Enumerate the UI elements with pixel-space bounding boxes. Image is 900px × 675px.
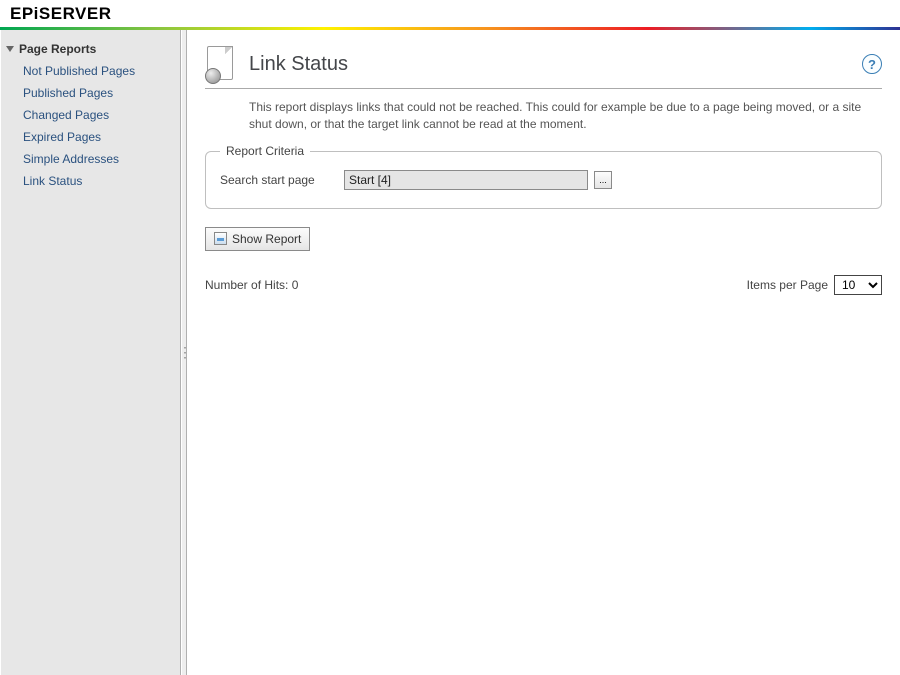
- items-per-page: Items per Page 10: [747, 275, 882, 295]
- sidebar-item-changed[interactable]: Changed Pages: [6, 104, 175, 126]
- items-per-page-label: Items per Page: [747, 278, 828, 292]
- items-per-page-select[interactable]: 10: [834, 275, 882, 295]
- criteria-row: Search start page ...: [220, 170, 867, 190]
- link-status-page-icon: [205, 44, 239, 84]
- show-report-button[interactable]: Show Report: [205, 227, 310, 251]
- sidebar-item-published[interactable]: Published Pages: [6, 82, 175, 104]
- report-criteria-fieldset: Report Criteria Search start page ...: [205, 151, 882, 209]
- sidebar-group-title: Page Reports: [19, 42, 96, 56]
- sidebar-item-link-status[interactable]: Link Status: [6, 170, 175, 192]
- sidebar-item-simple-addresses[interactable]: Simple Addresses: [6, 148, 175, 170]
- sidebar-group-header[interactable]: Page Reports: [6, 40, 175, 60]
- start-page-input[interactable]: [344, 170, 588, 190]
- browse-page-button[interactable]: ...: [594, 171, 612, 189]
- results-bar: Number of Hits: 0 Items per Page 10: [205, 275, 882, 295]
- sidebar: Page Reports Not Published Pages Publish…: [0, 30, 181, 675]
- report-description: This report displays links that could no…: [249, 99, 882, 133]
- number-of-hits: Number of Hits: 0: [205, 278, 298, 292]
- fieldset-legend: Report Criteria: [220, 144, 310, 158]
- report-icon: [214, 232, 227, 245]
- sidebar-item-expired[interactable]: Expired Pages: [6, 126, 175, 148]
- title-row: Link Status ?: [205, 44, 882, 89]
- brand-logo: EPiSERVER: [10, 4, 112, 24]
- show-report-label: Show Report: [232, 232, 301, 246]
- main-content: Link Status ? This report displays links…: [187, 30, 900, 675]
- app-header: EPiSERVER: [0, 0, 900, 27]
- caret-down-icon: [6, 46, 14, 52]
- help-icon[interactable]: ?: [862, 54, 882, 74]
- sidebar-item-not-published[interactable]: Not Published Pages: [6, 60, 175, 82]
- start-page-label: Search start page: [220, 173, 344, 187]
- page-title: Link Status: [249, 53, 862, 76]
